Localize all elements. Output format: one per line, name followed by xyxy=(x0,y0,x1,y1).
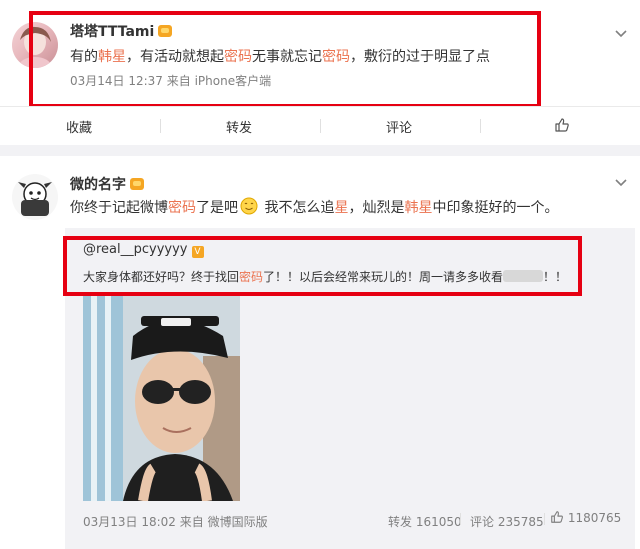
smile-emoji-icon xyxy=(240,197,258,215)
like-count: 1180765 xyxy=(567,511,622,525)
text-segment: 了是吧 xyxy=(196,200,238,216)
text-segment: 中印象挺好的一个。 xyxy=(432,200,559,216)
chevron-down-icon[interactable] xyxy=(614,27,628,41)
divider xyxy=(544,513,545,525)
collect-button[interactable]: 收藏 xyxy=(39,117,119,136)
keyword-link[interactable]: 密码 xyxy=(168,200,196,216)
action-bar: 收藏 转发 评论 xyxy=(0,106,640,144)
divider xyxy=(480,119,481,133)
post-photo[interactable] xyxy=(83,296,240,501)
post-text: 你终于记起微博密码了是吧 我不怎么追星，灿烈是韩星中印象挺好的一个。 xyxy=(70,197,558,217)
annotation-box xyxy=(29,11,541,108)
annotation-box xyxy=(63,236,582,296)
text-segment: 我不怎么追 xyxy=(260,200,335,216)
text-segment: ，灿烈是 xyxy=(348,200,405,216)
comment-count-button[interactable]: 评论 235785 xyxy=(470,513,544,530)
like-count-button[interactable]: 1180765 xyxy=(550,510,621,525)
divider xyxy=(160,119,161,133)
photo-image xyxy=(83,296,240,501)
repost-meta[interactable]: 03月13日 18:02 来自 微博国际版 xyxy=(83,513,268,530)
repost-count-button[interactable]: 转发 161050 xyxy=(388,513,462,530)
post-card-1: 塔塔TTTami 有的韩星，有活动就想起密码无事就忘记密码，敷衍的过于明显了点 … xyxy=(0,0,640,145)
post-username[interactable]: 微的名字 xyxy=(70,174,144,194)
post-card-2: 微的名字 你终于记起微博密码了是吧 我不怎么追星，灿烈是韩星中印象挺好的一个。 … xyxy=(0,156,640,549)
divider xyxy=(320,119,321,133)
like-thumb-icon[interactable] xyxy=(554,117,570,133)
chevron-down-icon[interactable] xyxy=(614,176,628,190)
keyword-link[interactable]: 星 xyxy=(334,200,348,216)
avatar[interactable] xyxy=(12,174,58,220)
comment-button[interactable]: 评论 xyxy=(359,117,439,136)
text-segment: 你终于记起微博 xyxy=(70,200,168,216)
divider xyxy=(460,513,461,525)
crown-badge-icon xyxy=(130,178,144,190)
repost-button[interactable]: 转发 xyxy=(199,117,279,136)
like-thumb-icon xyxy=(551,511,563,523)
username-text[interactable]: 微的名字 xyxy=(70,177,126,193)
feed-separator xyxy=(0,145,640,156)
keyword-link[interactable]: 韩星 xyxy=(404,200,432,216)
avatar-image xyxy=(18,182,52,216)
